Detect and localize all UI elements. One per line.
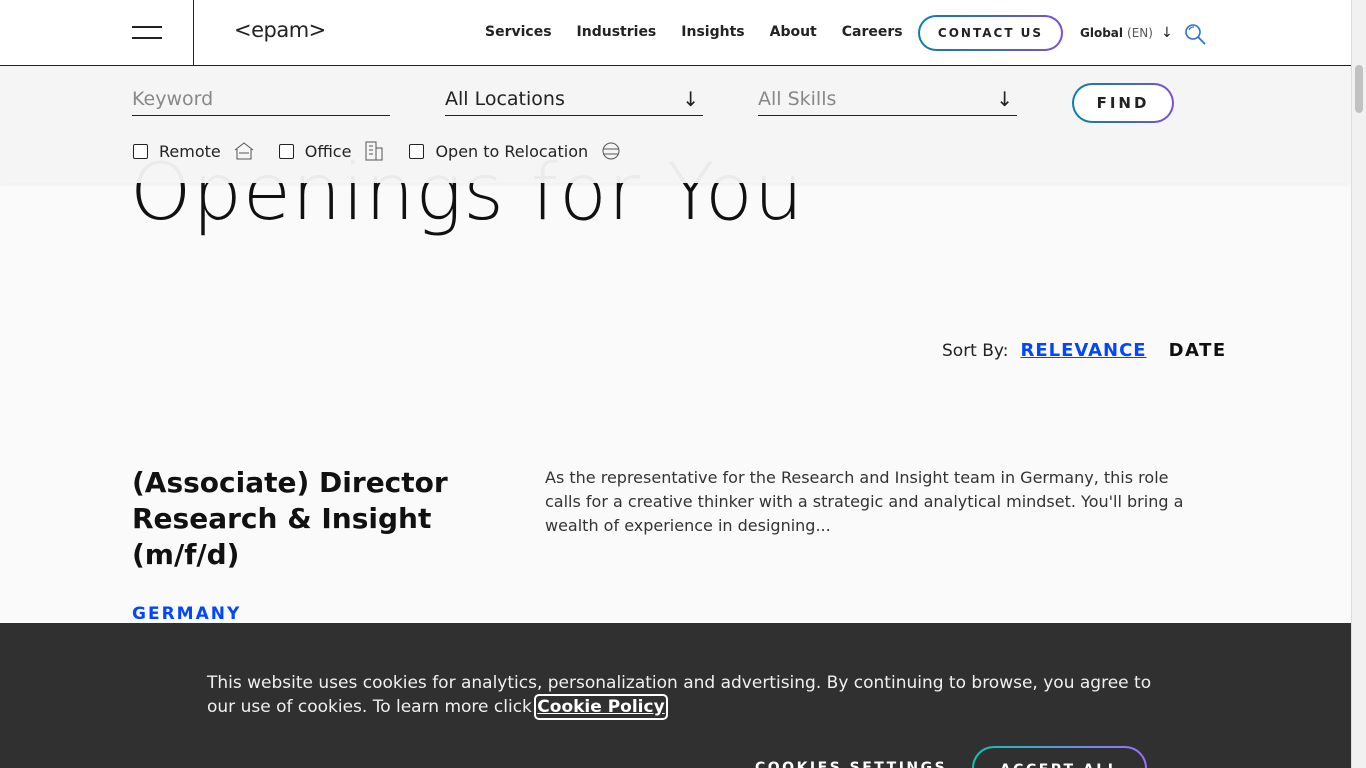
job-title-link[interactable]: (Associate) Director Research & Insight … [132, 465, 472, 573]
building-icon [365, 141, 383, 161]
page-scrollbar[interactable] [1351, 0, 1366, 768]
office-checkbox[interactable]: Office [278, 140, 386, 162]
job-country: GERMANY [132, 604, 242, 624]
keyword-input[interactable]: Keyword [132, 82, 390, 116]
epam-logo[interactable]: <epam> [234, 18, 326, 42]
cookie-banner: This website uses cookies for analytics,… [0, 623, 1351, 768]
relocation-label: Open to Relocation [435, 141, 589, 161]
cookie-policy-link[interactable]: Cookie Policy [534, 694, 668, 720]
main-nav: Services Industries Insights About Caree… [485, 24, 928, 40]
sort-relevance-link[interactable]: RELEVANCE [1020, 340, 1146, 361]
checkbox-box[interactable] [409, 143, 425, 159]
sort-date-link[interactable]: DATE [1169, 340, 1227, 361]
skills-select[interactable]: All Skills ↓ [758, 82, 1017, 116]
find-button[interactable]: FIND [1072, 83, 1174, 123]
work-mode-checkboxes: Remote Office Open to Relocation [133, 140, 646, 162]
chevron-down-icon: ↓ [1160, 25, 1173, 41]
nav-careers[interactable]: Careers [842, 24, 903, 40]
remote-label: Remote [159, 141, 221, 161]
remote-checkbox[interactable]: Remote [133, 140, 255, 162]
sort-label: Sort By: [942, 341, 1009, 361]
arrow-down-icon: ↓ [682, 86, 699, 111]
region-label: Global [1080, 26, 1124, 40]
scrollbar-thumb[interactable] [1355, 65, 1363, 113]
arrow-down-icon: ↓ [996, 86, 1013, 111]
location-value: All Locations [445, 87, 565, 110]
region-selector[interactable]: Global (EN) ↓ [1080, 25, 1173, 41]
hamburger-menu-icon[interactable] [0, 0, 194, 65]
globe-icon [602, 142, 620, 160]
contact-us-button[interactable]: CONTACT US [918, 15, 1063, 51]
lang-label: (EN) [1127, 26, 1153, 40]
job-filters: Keyword All Locations ↓ All Skills ↓ FIN… [0, 66, 1351, 183]
job-description: As the representative for the Research a… [545, 468, 1184, 535]
search-icon[interactable] [1183, 22, 1207, 46]
nav-industries[interactable]: Industries [577, 24, 657, 40]
relocation-checkbox[interactable]: Open to Relocation [409, 140, 622, 162]
home-icon [234, 142, 254, 160]
cookie-message: This website uses cookies for analytics,… [207, 671, 1167, 720]
checkbox-box[interactable] [133, 143, 148, 159]
sort-controls: Sort By: RELEVANCE DATE [942, 340, 1227, 361]
cookies-settings-button[interactable]: COOKIES SETTINGS [755, 760, 947, 768]
cookie-text: This website uses cookies for analytics,… [207, 673, 1152, 717]
location-select[interactable]: All Locations ↓ [445, 82, 703, 116]
site-header: <epam> Services Industries Insights Abou… [0, 0, 1351, 66]
nav-about[interactable]: About [770, 24, 817, 40]
office-label: Office [304, 141, 352, 161]
accept-all-button[interactable]: ACCEPT ALL [972, 746, 1147, 768]
nav-insights[interactable]: Insights [681, 24, 744, 40]
nav-services[interactable]: Services [485, 24, 552, 40]
checkbox-box[interactable] [278, 143, 294, 159]
skills-placeholder: All Skills [758, 87, 837, 110]
